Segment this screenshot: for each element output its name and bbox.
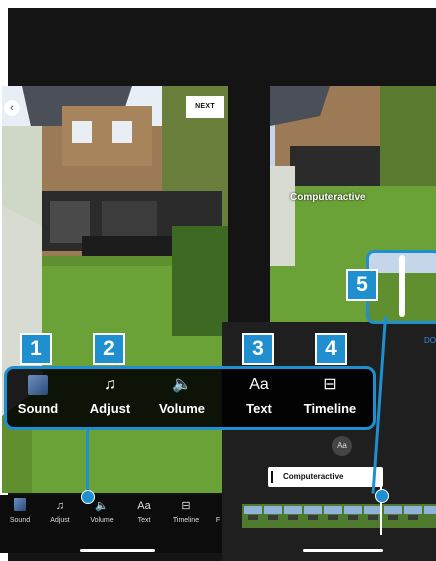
callout-number-4: 4 — [315, 333, 347, 365]
tool-label: Sound — [9, 517, 31, 524]
callout-number-3: 3 — [242, 333, 274, 365]
home-indicator — [303, 549, 383, 552]
tool-label: Text — [246, 401, 272, 416]
video-caption: Computeractive — [290, 192, 366, 203]
video-filmstrip[interactable] — [242, 504, 436, 528]
tool-timeline[interactable]: ⊟ Timeline — [166, 498, 206, 524]
tool-text[interactable]: Aa Text — [224, 373, 294, 416]
toolbox-callout: Sound ♫ Adjust 🔈 Volume Aa Text ⊟ Timeli… — [4, 366, 376, 430]
callout-number-1: 1 — [20, 333, 52, 365]
tool-label: Timeline — [303, 401, 357, 416]
garden-photo — [2, 86, 228, 493]
tool-adjust[interactable]: ♫ Adjust — [75, 373, 145, 416]
tool-label: Adjust — [89, 401, 131, 416]
text-aa-icon: Aa — [249, 376, 269, 393]
text-aa-icon: Aa — [137, 500, 151, 512]
back-icon[interactable]: ‹ — [4, 100, 20, 116]
connector-dot — [375, 489, 389, 503]
bottom-toolbar: Sound ♫ Adjust 🔈 Volume Aa Text ⊟ Timeli… — [0, 495, 230, 553]
tool-adjust[interactable]: ♫ Adjust — [40, 498, 80, 524]
connector-line — [86, 424, 89, 496]
timeline-icon: ⊟ — [181, 500, 191, 512]
tool-sound[interactable]: Sound — [0, 498, 40, 524]
music-scissors-icon: ♫ — [55, 500, 65, 512]
add-text-button[interactable]: Aa — [332, 436, 352, 456]
screenshot-frame: ‹ NEXT Sound ♫ Adjust 🔈 Volume Aa Text ⊟… — [0, 0, 436, 561]
home-indicator — [80, 549, 155, 552]
tool-sound[interactable]: Sound — [3, 373, 73, 416]
done-button[interactable]: DO — [424, 336, 436, 345]
tool-label: Text — [137, 517, 151, 524]
playhead-handle — [399, 255, 405, 317]
tool-text[interactable]: Aa Text — [124, 498, 164, 524]
sound-thumbnail-icon — [3, 373, 73, 397]
tool-label: Volume — [159, 401, 205, 416]
speaker-icon: 🔈 — [172, 376, 192, 393]
clip-handle[interactable] — [271, 471, 273, 483]
music-scissors-icon: ♫ — [104, 376, 116, 393]
next-button[interactable]: NEXT — [186, 96, 224, 118]
tool-label: Sound — [17, 401, 59, 416]
tool-timeline[interactable]: ⊟ Timeline — [295, 373, 365, 416]
sound-thumbnail-icon — [0, 498, 40, 514]
tool-label: Adjust — [50, 517, 70, 524]
timeline-icon: ⊟ — [323, 376, 337, 393]
text-clip[interactable]: Computeractive — [268, 467, 383, 487]
connector-dot — [81, 490, 95, 504]
tool-label: Timeline — [172, 517, 200, 524]
tool-volume[interactable]: 🔈 Volume — [147, 373, 217, 416]
callout-number-2: 2 — [93, 333, 125, 365]
tool-label: Volume — [90, 517, 114, 524]
text-clip-label: Computeractive — [283, 472, 344, 481]
callout-number-5: 5 — [346, 269, 378, 301]
